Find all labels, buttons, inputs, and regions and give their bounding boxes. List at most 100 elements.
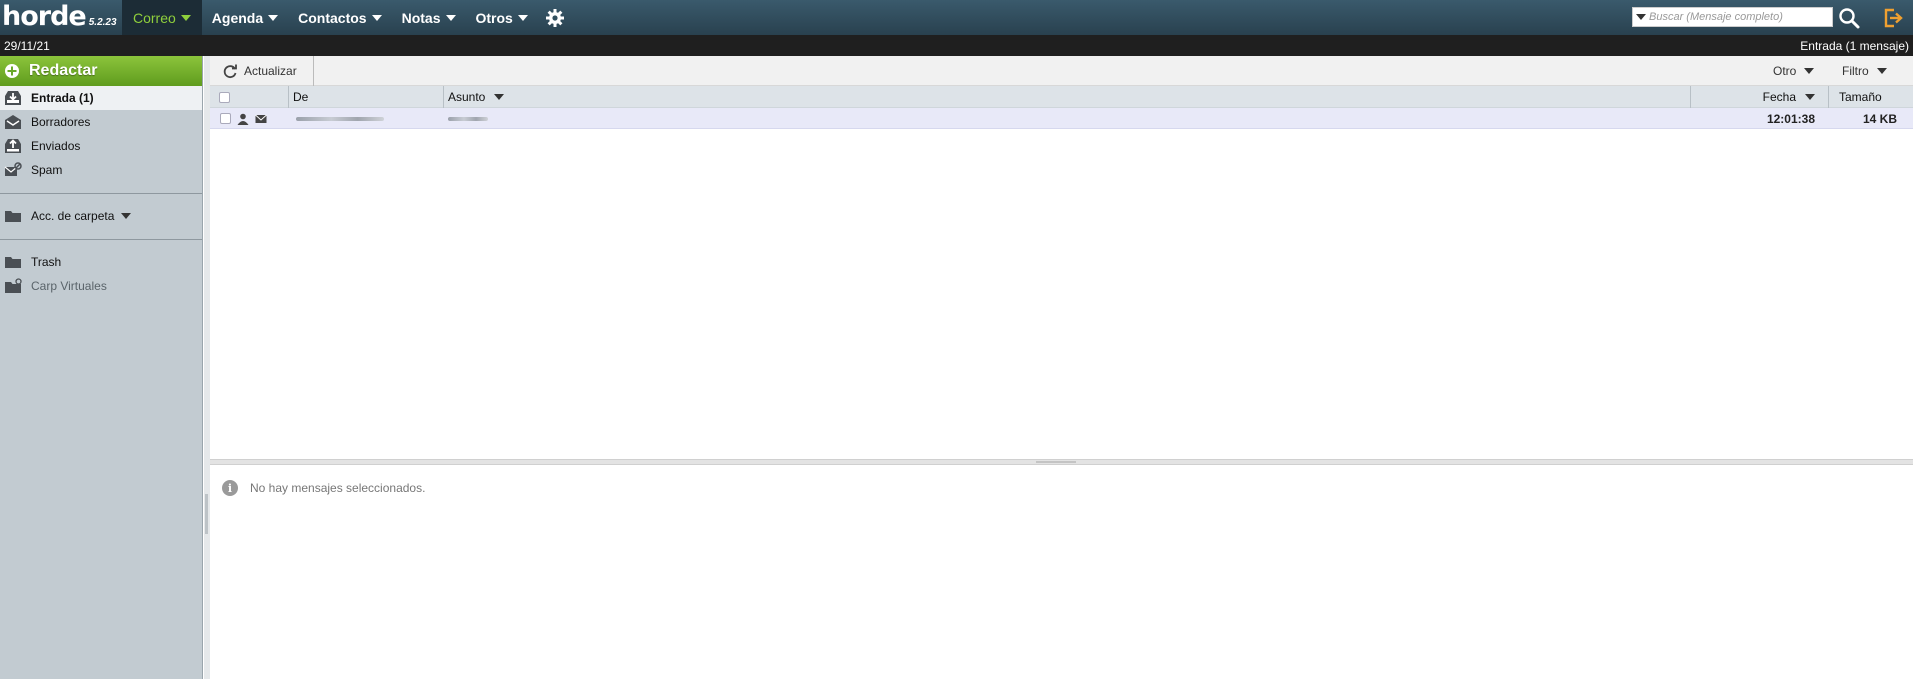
sidebar-item-trash[interactable]: Trash	[0, 250, 202, 274]
search-icon	[1839, 8, 1860, 29]
virtual-folder-icon	[3, 276, 23, 296]
filter-label: Filtro	[1842, 64, 1869, 78]
nav-item-agenda[interactable]: Agenda	[202, 0, 288, 35]
top-navigation-bar: horde 5.2.23 Correo Agenda Contactos Not…	[0, 0, 1913, 35]
nav-item-label: Correo	[133, 9, 176, 26]
message-size: 14 KB	[1862, 111, 1897, 126]
search-options-dropdown[interactable]	[1633, 14, 1649, 20]
logout-button[interactable]	[1882, 7, 1904, 29]
other-label: Otro	[1773, 64, 1797, 78]
preview-resize-handle[interactable]	[210, 459, 1913, 465]
search-box	[1632, 7, 1833, 27]
folder-actions-label: Acc. de carpeta	[31, 209, 115, 223]
column-header-from[interactable]: De	[288, 86, 308, 108]
logout-icon	[1884, 8, 1903, 28]
nav-item-otros[interactable]: Otros	[466, 0, 538, 35]
chevron-down-icon	[371, 14, 382, 21]
spam-icon	[3, 160, 23, 180]
compose-button[interactable]: Redactar	[0, 56, 202, 86]
sidebar-item-label: Carp Virtuales	[31, 279, 107, 293]
filter-dropdown[interactable]: Filtro	[1842, 56, 1887, 86]
settings-button[interactable]	[538, 0, 572, 35]
sidebar-item-label: Trash	[31, 255, 62, 269]
refresh-icon	[223, 64, 237, 79]
column-label: Tamaño	[1839, 90, 1882, 104]
chevron-down-icon	[1804, 68, 1815, 74]
sidebar-item-virtual-folders[interactable]: Carp Virtuales	[0, 274, 202, 298]
status-bar: 29/11/21 Entrada (1 mensaje)	[0, 35, 1913, 56]
message-pane: Actualizar Otro Filtro De Asunto Fecha T…	[210, 56, 1913, 679]
nav-item-label: Notas	[401, 9, 441, 26]
nav-item-label: Agenda	[211, 9, 264, 26]
message-list-body	[210, 129, 1913, 459]
sidebar-divider	[0, 193, 202, 194]
sidebar-item-label: Enviados	[31, 139, 81, 153]
info-icon: i	[222, 480, 238, 496]
sidebar-item-label: Borradores	[31, 115, 91, 129]
folder-icon	[3, 206, 23, 226]
nav-item-notas[interactable]: Notas	[392, 0, 466, 35]
chevron-down-icon	[1876, 68, 1887, 74]
column-label: De	[293, 90, 309, 104]
folder-sidebar: Redactar Entrada (1) Borradores Enviados…	[0, 56, 203, 679]
sidebar-item-inbox[interactable]: Entrada (1)	[0, 86, 202, 110]
search-button[interactable]	[1837, 6, 1861, 30]
chevron-down-icon	[517, 14, 528, 21]
nav-item-contactos[interactable]: Contactos	[288, 0, 391, 35]
sidebar-divider	[0, 239, 202, 240]
select-all-checkbox[interactable]	[219, 86, 230, 108]
preview-pane: i No hay mensajes seleccionados.	[210, 465, 1913, 511]
chevron-down-icon	[180, 14, 191, 21]
folder-actions-dropdown[interactable]: Acc. de carpeta	[0, 204, 202, 228]
sort-descending-icon	[494, 94, 505, 100]
compose-label: Redactar	[29, 62, 98, 79]
logo-text: horde	[2, 1, 87, 32]
sidebar-item-label: Entrada (1)	[31, 91, 94, 105]
app-version: 5.2.23	[88, 17, 117, 28]
chevron-down-icon	[121, 213, 132, 219]
message-row[interactable]: 12:01:38 14 KB	[210, 108, 1913, 129]
checkbox	[219, 91, 230, 103]
message-from	[296, 108, 384, 129]
folder-icon	[3, 252, 23, 272]
sidebar-item-spam[interactable]: Spam	[0, 158, 202, 182]
column-label: Asunto	[448, 90, 486, 104]
chevron-down-icon	[268, 14, 279, 21]
search-input[interactable]	[1649, 11, 1829, 23]
nav-item-label: Contactos	[298, 9, 367, 26]
sent-icon	[3, 136, 23, 156]
preview-empty-text: No hay mensajes seleccionados.	[250, 481, 426, 495]
column-label: Fecha	[1762, 90, 1796, 104]
envelope-icon	[255, 108, 267, 129]
resize-grip	[205, 494, 208, 534]
checkbox	[220, 113, 231, 124]
refresh-button[interactable]: Actualizar	[210, 56, 314, 86]
other-actions-dropdown[interactable]: Otro	[1773, 56, 1815, 86]
current-date: 29/11/21	[4, 38, 50, 53]
drafts-icon	[3, 112, 23, 132]
nav-item-correo[interactable]: Correo	[122, 0, 202, 35]
message-subject	[448, 108, 488, 129]
resize-grip	[1036, 461, 1076, 463]
sidebar-item-label: Spam	[31, 163, 63, 177]
message-list-header: De Asunto Fecha Tamaño	[210, 86, 1913, 108]
chevron-down-icon	[1636, 14, 1646, 20]
sidebar-item-sent[interactable]: Enviados	[0, 134, 202, 158]
plus-circle-icon	[5, 64, 19, 78]
column-header-date[interactable]: Fecha	[1690, 86, 1825, 108]
folder-summary: Entrada (1 mensaje)	[1800, 38, 1909, 53]
horde-logo[interactable]: horde 5.2.23	[0, 0, 122, 35]
gear-icon	[545, 8, 564, 27]
column-header-subject[interactable]: Asunto	[443, 86, 505, 108]
chevron-down-icon	[445, 14, 456, 21]
row-checkbox[interactable]	[220, 108, 231, 129]
contact-icon	[237, 108, 249, 129]
redacted-text	[296, 116, 384, 121]
redacted-text	[448, 116, 488, 121]
inbox-icon	[3, 88, 23, 108]
column-header-size[interactable]: Tamaño	[1828, 86, 1882, 108]
refresh-label: Actualizar	[244, 64, 297, 78]
sort-descending-icon	[1805, 94, 1815, 100]
nav-item-label: Otros	[475, 9, 513, 26]
sidebar-item-drafts[interactable]: Borradores	[0, 110, 202, 134]
